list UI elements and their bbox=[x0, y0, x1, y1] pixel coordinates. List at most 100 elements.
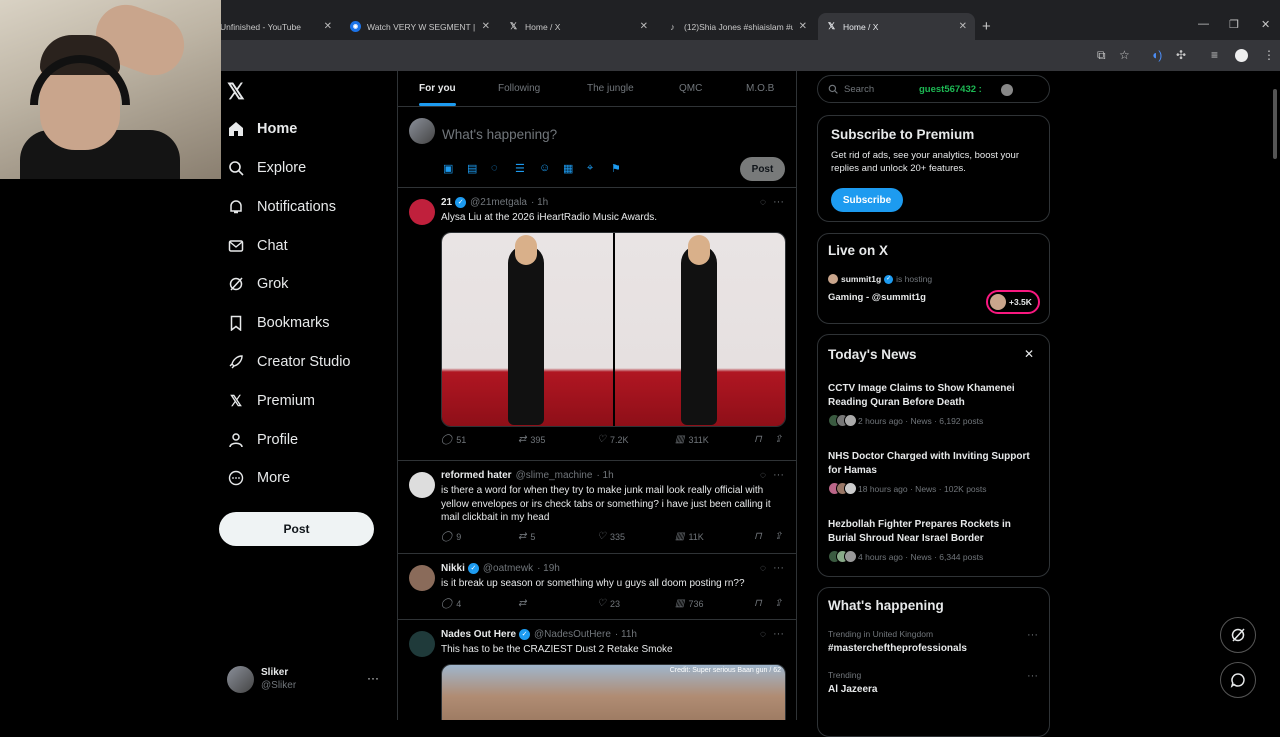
nav-premium[interactable]: 𝕏 Premium bbox=[227, 387, 315, 415]
trend-item[interactable]: Trending Al Jazeera ··· bbox=[828, 670, 1038, 695]
image-icon[interactable]: ▣ bbox=[443, 162, 453, 175]
share-button[interactable]: ⇪ bbox=[774, 531, 786, 542]
schedule-icon[interactable]: ▦ bbox=[563, 162, 573, 175]
puzzle-icon[interactable]: ✣ bbox=[1176, 48, 1186, 62]
more-icon[interactable]: ··· bbox=[1027, 670, 1038, 682]
repost-button[interactable]: ⇄ 5 bbox=[518, 531, 535, 542]
news-item[interactable]: NHS Doctor Charged with Inviting Support… bbox=[828, 450, 1038, 495]
browser-tab-youtube[interactable]: Unfinished - YouTube ✕ bbox=[212, 13, 340, 40]
more-icon[interactable]: ··· bbox=[773, 562, 784, 574]
views-button[interactable]: ▥ 11K bbox=[675, 531, 704, 542]
tweet[interactable]: Nades Out Here ✓ @NadesOutHere · 11h ◌ ···… bbox=[398, 620, 796, 720]
extension-audio-icon[interactable]: ◖) bbox=[1151, 48, 1162, 62]
minimize-icon[interactable]: — bbox=[1198, 18, 1209, 30]
nav-chat[interactable]: Chat bbox=[227, 232, 288, 260]
like-button[interactable]: ♡ 23 bbox=[597, 598, 620, 609]
share-button[interactable]: ⇪ bbox=[774, 434, 786, 445]
scrollbar-thumb[interactable] bbox=[1273, 89, 1277, 159]
reply-button[interactable]: ◯ 9 bbox=[441, 531, 461, 542]
tab-following[interactable]: Following bbox=[498, 83, 540, 94]
browser-tab-x[interactable]: 𝕏 Home / X ✕ bbox=[500, 13, 656, 40]
views-button[interactable]: ▥ 736 bbox=[675, 598, 703, 609]
bookmark-button[interactable]: ⊓ bbox=[754, 434, 766, 445]
close-icon[interactable]: ✕ bbox=[482, 21, 490, 32]
nav-grok[interactable]: Grok bbox=[227, 270, 288, 298]
tab-the-jungle[interactable]: The jungle bbox=[587, 83, 634, 94]
flag-icon[interactable]: ⚑ bbox=[611, 162, 621, 175]
emoji-icon[interactable]: ☺ bbox=[539, 162, 550, 174]
bookmark-button[interactable]: ⊓ bbox=[754, 531, 766, 542]
repost-button[interactable]: ⇄ bbox=[518, 598, 530, 609]
live-viewers-badge[interactable]: +3.5K bbox=[986, 290, 1040, 314]
restore-icon[interactable]: ❐ bbox=[1229, 18, 1239, 31]
photo-left[interactable] bbox=[442, 233, 615, 426]
browser-tab-x-active[interactable]: 𝕏 Home / X ✕ bbox=[818, 13, 975, 40]
close-icon[interactable]: ✕ bbox=[799, 21, 807, 32]
location-icon[interactable]: ⌖ bbox=[587, 162, 593, 175]
composer-post-button[interactable]: Post bbox=[740, 157, 785, 181]
profile-avatar-icon[interactable] bbox=[1235, 49, 1248, 62]
composer-input[interactable]: What's happening? bbox=[442, 127, 557, 142]
more-icon[interactable]: ··· bbox=[1027, 629, 1038, 641]
repost-button[interactable]: ⇄ 395 bbox=[518, 434, 545, 445]
reply-button[interactable]: ◯ 51 bbox=[441, 434, 466, 445]
x-logo-icon[interactable]: 𝕏 bbox=[227, 79, 245, 105]
chat-float-button[interactable] bbox=[1220, 662, 1256, 698]
post-button[interactable]: Post bbox=[219, 512, 374, 546]
tweet-media[interactable] bbox=[441, 232, 786, 427]
news-item[interactable]: CCTV Image Claims to Show Khamenei Readi… bbox=[828, 382, 1038, 427]
nav-creator-studio[interactable]: Creator Studio bbox=[227, 348, 351, 376]
bookmark-button[interactable]: ⊓ bbox=[754, 598, 766, 609]
account-switcher[interactable]: Sliker @Sliker ··· bbox=[227, 661, 397, 697]
more-icon[interactable]: ··· bbox=[773, 469, 784, 481]
nav-home[interactable]: Home bbox=[227, 115, 297, 143]
news-item[interactable]: Hezbollah Fighter Prepares Rockets in Bu… bbox=[828, 518, 1038, 563]
tab-for-you[interactable]: For you bbox=[419, 83, 456, 94]
nav-bookmarks[interactable]: Bookmarks bbox=[227, 309, 330, 337]
subscribe-button[interactable]: Subscribe bbox=[831, 188, 903, 212]
nav-notifications[interactable]: Notifications bbox=[227, 193, 336, 221]
browser-tab-stream[interactable]: ◉Watch VERY W SEGMENT | Stre✕ bbox=[342, 13, 498, 40]
nav-profile[interactable]: Profile bbox=[227, 426, 298, 454]
window-close-icon[interactable]: ✕ bbox=[1261, 18, 1270, 31]
nav-explore[interactable]: Explore bbox=[227, 154, 306, 182]
more-icon[interactable]: ··· bbox=[773, 196, 784, 208]
close-icon[interactable]: ✕ bbox=[959, 21, 967, 32]
reply-button[interactable]: ◯ 4 bbox=[441, 598, 461, 609]
share-button[interactable]: ⇪ bbox=[774, 598, 786, 609]
photo-right[interactable] bbox=[614, 233, 785, 426]
grok-icon[interactable]: ◌ bbox=[760, 563, 766, 574]
trend-item[interactable]: Trending in United Kingdom #masterchefth… bbox=[828, 629, 1038, 654]
media-icon[interactable]: ≡ bbox=[1211, 48, 1218, 62]
page-scrollbar[interactable] bbox=[1270, 71, 1280, 720]
star-icon[interactable]: ☆ bbox=[1119, 48, 1130, 62]
kebab-menu-icon[interactable]: ⋮ bbox=[1263, 48, 1275, 62]
tweet[interactable]: 21 ✓ @21metgala · 1h ◌ ··· Alysa Liu at th… bbox=[398, 188, 796, 461]
close-icon[interactable]: ✕ bbox=[1024, 347, 1034, 361]
tab-qmc[interactable]: QMC bbox=[679, 83, 702, 94]
new-tab-button[interactable]: + bbox=[982, 18, 991, 35]
install-app-icon[interactable]: ⧉ bbox=[1097, 48, 1106, 63]
grok-icon[interactable]: ◌ bbox=[491, 162, 498, 174]
like-button[interactable]: ♡ 7.2K bbox=[597, 434, 628, 445]
more-icon[interactable]: ··· bbox=[367, 671, 379, 685]
grok-icon[interactable]: ◌ bbox=[760, 470, 766, 481]
tweet[interactable]: reformed hater @slime_machine · 1h ◌ ··· … bbox=[398, 461, 796, 554]
like-button[interactable]: ♡ 335 bbox=[597, 531, 625, 542]
close-icon[interactable]: ✕ bbox=[640, 21, 648, 32]
live-card[interactable]: Live on X summit1g ✓ is hosting Gaming - … bbox=[817, 233, 1050, 324]
grok-icon[interactable]: ◌ bbox=[760, 197, 766, 208]
gif-icon[interactable]: ▤ bbox=[467, 162, 477, 175]
views-button[interactable]: ▥ 311K bbox=[675, 434, 709, 445]
more-icon[interactable]: ··· bbox=[773, 628, 784, 640]
tweet[interactable]: Nikki ✓ @oatmewk · 19h ◌ ··· is it break u… bbox=[398, 554, 796, 620]
tab-mob[interactable]: M.O.B bbox=[746, 83, 774, 94]
grok-icon[interactable]: ◌ bbox=[760, 629, 766, 640]
poll-icon[interactable]: ☰ bbox=[515, 162, 525, 175]
browser-tab-tiktok[interactable]: ♪ (12)Shia Jones #shiaislam #ufc ✕ bbox=[659, 13, 815, 40]
close-icon[interactable]: ✕ bbox=[324, 21, 332, 32]
nav-more[interactable]: More bbox=[227, 464, 290, 492]
search-input[interactable]: Search guest567432 : bbox=[817, 75, 1050, 103]
tweet-media[interactable]: Credit: Super serious Baan gun / 62 bbox=[441, 664, 786, 720]
grok-float-button[interactable] bbox=[1220, 617, 1256, 653]
